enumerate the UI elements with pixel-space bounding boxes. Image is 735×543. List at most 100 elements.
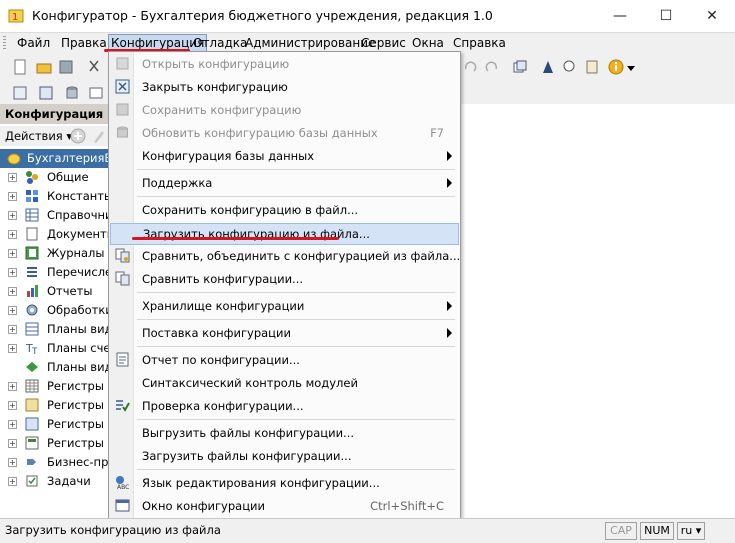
menu-debug[interactable]: Отладка [193, 36, 247, 50]
compare-merge-icon [115, 248, 130, 263]
tree-item-enums[interactable]: + Перечислен [0, 263, 108, 282]
menu-compare-merge[interactable]: Сравнить, объединить с конфигурацией из … [109, 245, 460, 267]
menu-edit-language[interactable]: ABC Язык редактирования конфигурации... [109, 472, 460, 494]
expand-icon[interactable]: + [8, 249, 17, 258]
expand-icon[interactable]: + [8, 306, 17, 315]
menu-separator [137, 292, 455, 293]
menu-repository[interactable]: Хранилище конфигурации [109, 295, 460, 317]
tree-item-catalogs[interactable]: + Справочники [0, 206, 108, 225]
expand-icon[interactable]: + [8, 287, 17, 296]
expand-icon[interactable]: + [8, 192, 17, 201]
windows-icon[interactable] [512, 59, 528, 75]
menu-save-to-file[interactable]: Сохранить конфигурацию в файл... [109, 199, 460, 221]
menu-item-label: Отчет по конфигурации... [142, 353, 300, 367]
menu-windows[interactable]: Окна [412, 36, 444, 50]
tree-item-processing[interactable]: + Обработки [0, 301, 108, 320]
info-icon[interactable] [608, 59, 624, 75]
menu-file[interactable]: Файл [17, 36, 50, 50]
menu-export-files[interactable]: Выгрузить файлы конфигурации... [109, 422, 460, 444]
menu-item-label: Открыть конфигурацию [142, 57, 290, 71]
tree-item-calc-plans[interactable]: + Планы видо [0, 358, 108, 377]
expand-icon[interactable]: + [8, 458, 17, 467]
menu-load-from-file[interactable]: Загрузить конфигурацию из файла... [110, 223, 459, 245]
save-icon[interactable] [58, 59, 74, 75]
tree-item-constants[interactable]: + Константы [0, 187, 108, 206]
tree-item-documents[interactable]: + Документы [0, 225, 108, 244]
svg-text:ABC: ABC [117, 484, 129, 490]
menu-separator [137, 346, 455, 347]
database-icon[interactable] [64, 85, 80, 101]
expand-icon[interactable]: + [8, 325, 17, 334]
tree-item-common[interactable]: + Общие [0, 168, 108, 187]
tree-item-journals[interactable]: + Журналы до [0, 244, 108, 263]
menu-save-config[interactable]: Сохранить конфигурацию [109, 99, 460, 121]
expand-icon[interactable]: + [8, 401, 17, 410]
menu-syntax-check[interactable]: Синтаксический контроль модулей [109, 372, 460, 394]
close-button[interactable]: ✕ [689, 0, 735, 32]
maximize-button[interactable]: ☐ [643, 0, 689, 32]
tree-item-acct-registers[interactable]: + Регистры бу [0, 415, 108, 434]
menu-compare-configs[interactable]: Сравнить конфигурации... [109, 268, 460, 290]
expand-icon[interactable]: + [8, 344, 17, 353]
menu-service[interactable]: Сервис [361, 36, 406, 50]
panel-actions-bar: Действия ▾ [0, 126, 108, 146]
undo-icon[interactable] [462, 59, 478, 75]
tree-root-item[interactable]: БухгалтерияБюд [0, 149, 108, 168]
tree-item-accum-registers[interactable]: + Регистры на [0, 396, 108, 415]
menu-open-config[interactable]: Открыть конфигурацию [109, 53, 460, 75]
menu-support[interactable]: Поддержка [109, 172, 460, 194]
config-tree-icon[interactable] [38, 85, 54, 101]
menu-edit[interactable]: Правка [61, 36, 107, 50]
menu-delivery[interactable]: Поставка конфигурации [109, 322, 460, 344]
menu-config-check[interactable]: Проверка конфигурации... [109, 395, 460, 417]
menu-db-config[interactable]: Конфигурация базы данных [109, 145, 460, 167]
expand-icon[interactable]: + [8, 211, 17, 220]
tree-item-tasks[interactable]: + Задачи [0, 472, 108, 491]
redo-icon[interactable] [484, 59, 500, 75]
expand-icon[interactable]: + [8, 477, 17, 486]
menu-item-shortcut: F7 [430, 126, 444, 140]
tree-item-accounts-plans[interactable]: + TT Планы счето [0, 339, 108, 358]
expand-icon[interactable]: + [8, 420, 17, 429]
tree-item-calc-registers[interactable]: + Регистры ра [0, 434, 108, 453]
open-config-icon [116, 57, 129, 70]
menu-item-label: Хранилище конфигурации [142, 299, 305, 313]
tree-item-plans[interactable]: + Планы видо [0, 320, 108, 339]
menu-config-window[interactable]: Окно конфигурации Ctrl+Shift+C [109, 495, 460, 517]
tree-item-label: Общие [47, 170, 89, 184]
new-file-icon[interactable] [12, 59, 28, 75]
menu-help[interactable]: Справка [453, 36, 506, 50]
minimize-button[interactable]: — [597, 0, 643, 32]
menu-administration[interactable]: Администрирование [245, 36, 375, 50]
menu-close-config[interactable]: Закрыть конфигурацию [109, 76, 460, 98]
expand-icon[interactable]: + [8, 268, 17, 277]
accounts-plans-icon: TT [25, 342, 38, 355]
expand-icon[interactable]: + [8, 230, 17, 239]
language-selector[interactable]: ru ▾ [677, 522, 705, 540]
syntax-helper-icon[interactable] [584, 59, 600, 75]
toolbar-more-icon[interactable] [626, 61, 636, 73]
help-search-icon[interactable] [562, 59, 578, 75]
tree-item-label: Перечислен [47, 265, 108, 279]
documents-icon [26, 227, 38, 241]
expand-icon[interactable]: + [8, 173, 17, 182]
menu-config-report[interactable]: Отчет по конфигурации... [109, 349, 460, 371]
expand-icon[interactable]: + [8, 382, 17, 391]
tree-item-business-process[interactable]: + Бизнес-проц [0, 453, 108, 472]
edit-icon[interactable] [92, 128, 106, 144]
panel-title: Конфигурация [0, 104, 108, 124]
open-folder-icon[interactable] [36, 59, 52, 75]
wizard-icon[interactable] [540, 59, 556, 75]
expand-icon[interactable]: + [8, 439, 17, 448]
properties-icon[interactable] [12, 85, 28, 101]
menu-separator [137, 419, 455, 420]
cut-icon[interactable] [86, 59, 102, 75]
add-icon[interactable] [70, 128, 86, 144]
tree-item-info-registers[interactable]: + Регистры св [0, 377, 108, 396]
menu-update-db[interactable]: Обновить конфигурацию базы данных F7 [109, 122, 460, 144]
menu-item-label: Поставка конфигурации [142, 326, 291, 340]
table-icon[interactable] [88, 85, 104, 101]
menu-import-files[interactable]: Загрузить файлы конфигурации... [109, 445, 460, 467]
tree-item-reports[interactable]: + Отчеты [0, 282, 108, 301]
actions-menu-button[interactable]: Действия ▾ [5, 129, 72, 143]
